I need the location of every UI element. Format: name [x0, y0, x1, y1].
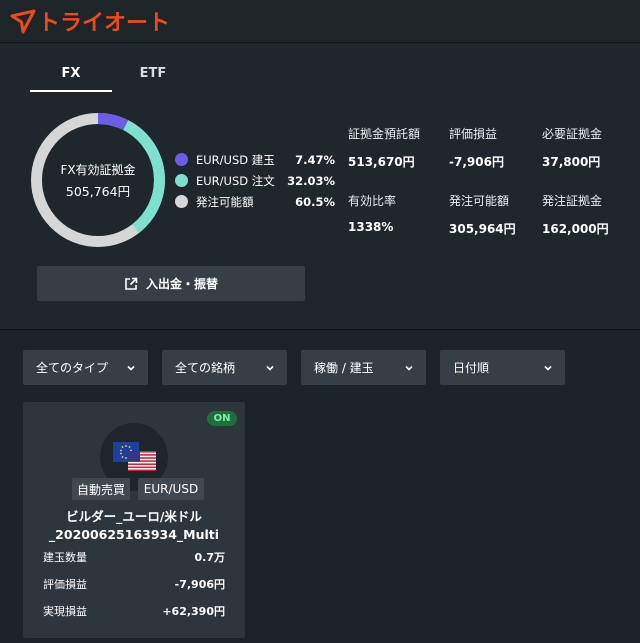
filter-label: 全ての銘柄 [175, 361, 236, 375]
strategy-title-line2: _20200625163934_Multi [48, 527, 220, 542]
row-label: 実現損益 [43, 605, 87, 618]
row-value: 0.7万 [194, 551, 226, 564]
stat-orderable-amount: 発注可能額 305,964円 [449, 192, 549, 237]
filter-type-select[interactable]: 全てのタイプ [23, 350, 148, 385]
deposit-transfer-button[interactable]: 入出金・振替 [37, 266, 305, 301]
top-bar: トライオート [0, 0, 640, 43]
card-row-realized-pl: 実現損益 +62,390円 [43, 603, 225, 619]
stat-deposit: 証拠金預託額 513,670円 [348, 125, 448, 170]
legend-item-available: 発注可能額 60.5% [175, 191, 335, 212]
legend-label: 発注可能額 [196, 194, 254, 209]
legend-label: EUR/USD 注文 [196, 173, 275, 188]
tag-currency-pair: EUR/USD [138, 478, 204, 500]
stat-label: 必要証拠金 [542, 127, 603, 141]
external-link-icon [125, 277, 138, 290]
tab-etf[interactable]: ETF [112, 64, 194, 92]
legend-item-order: EUR/USD 注文 32.03% [175, 170, 335, 191]
filter-bar: 全てのタイプ 全ての銘柄 稼働 / 建玉 日付順 [23, 350, 623, 385]
chevron-down-icon [127, 365, 135, 371]
deposit-transfer-label: 入出金・振替 [145, 277, 218, 291]
logo-arrow-icon [10, 9, 36, 34]
filter-label: 全てのタイプ [36, 361, 109, 375]
donut-value: 505,764円 [65, 183, 131, 199]
legend-dot-teal-icon [175, 174, 188, 187]
stat-label: 証拠金預託額 [348, 127, 421, 141]
stat-effective-ratio: 有効比率 1338% [348, 192, 448, 234]
legend-item-position: EUR/USD 建玉 7.47% [175, 149, 335, 170]
strategy-title-line1: ビルダー_ユーロ/米ドル [66, 509, 202, 524]
strategy-card[interactable]: ON 自動売買 EUR/USD ビルダー_ユーロ/米ドル _2020062516… [23, 402, 245, 638]
stat-value: 305,964円 [449, 222, 516, 236]
donut-label: FX有効証拠金 [60, 162, 136, 177]
tag-auto-trade: 自動売買 [72, 478, 130, 500]
stat-value: 513,670円 [348, 155, 415, 169]
chevron-down-icon [405, 365, 413, 371]
status-badge: ON [207, 411, 237, 426]
tab-fx[interactable]: FX [30, 64, 112, 92]
strategy-title: ビルダー_ユーロ/米ドル _20200625163934_Multi [23, 508, 245, 544]
filter-sort-select[interactable]: 日付順 [440, 350, 565, 385]
legend-pct: 32.03% [287, 173, 335, 188]
us-flag-icon [128, 451, 156, 471]
legend-dot-gray-icon [175, 195, 188, 208]
row-value: -7,906円 [174, 578, 225, 591]
row-value: +62,390円 [162, 605, 225, 618]
stat-label: 有効比率 [348, 194, 397, 208]
logo-text: トライオート [38, 11, 171, 36]
donut-legend: EUR/USD 建玉 7.47% EUR/USD 注文 32.03% 発注可能額… [175, 149, 335, 212]
app-logo[interactable]: トライオート [10, 6, 170, 36]
stat-label: 発注可能額 [449, 194, 510, 208]
filter-label: 稼働 / 建玉 [314, 361, 374, 375]
stat-value: 37,800円 [542, 155, 601, 169]
stat-order-margin: 発注証拠金 162,000円 [542, 192, 640, 237]
market-tabs: FX ETF [30, 64, 194, 92]
stat-value: 1338% [348, 220, 394, 234]
chevron-down-icon [266, 365, 274, 371]
filter-status-select[interactable]: 稼働 / 建玉 [301, 350, 426, 385]
filter-symbol-select[interactable]: 全ての銘柄 [162, 350, 287, 385]
legend-dot-purple-icon [175, 153, 188, 166]
summary-panel: FX ETF FX有効証拠金 505,764円 EUR/USD 建玉 7.47%… [0, 44, 640, 330]
donut-center: FX有効証拠金 505,764円 [28, 110, 168, 250]
stat-value: -7,906円 [449, 155, 504, 169]
row-label: 評価損益 [43, 578, 87, 591]
stat-required-margin: 必要証拠金 37,800円 [542, 125, 640, 170]
stat-unrealized-pl: 評価損益 -7,906円 [449, 125, 549, 170]
stat-value: 162,000円 [542, 222, 609, 236]
card-row-position-qty: 建玉数量 0.7万 [43, 549, 225, 565]
row-label: 建玉数量 [43, 551, 87, 564]
legend-pct: 7.47% [295, 152, 335, 167]
filter-label: 日付順 [453, 361, 490, 375]
stat-label: 発注証拠金 [542, 194, 603, 208]
card-row-unrealized-pl: 評価損益 -7,906円 [43, 576, 225, 592]
legend-label: EUR/USD 建玉 [196, 152, 275, 167]
stat-label: 評価損益 [449, 127, 498, 141]
legend-pct: 60.5% [295, 194, 335, 209]
chevron-down-icon [544, 365, 552, 371]
